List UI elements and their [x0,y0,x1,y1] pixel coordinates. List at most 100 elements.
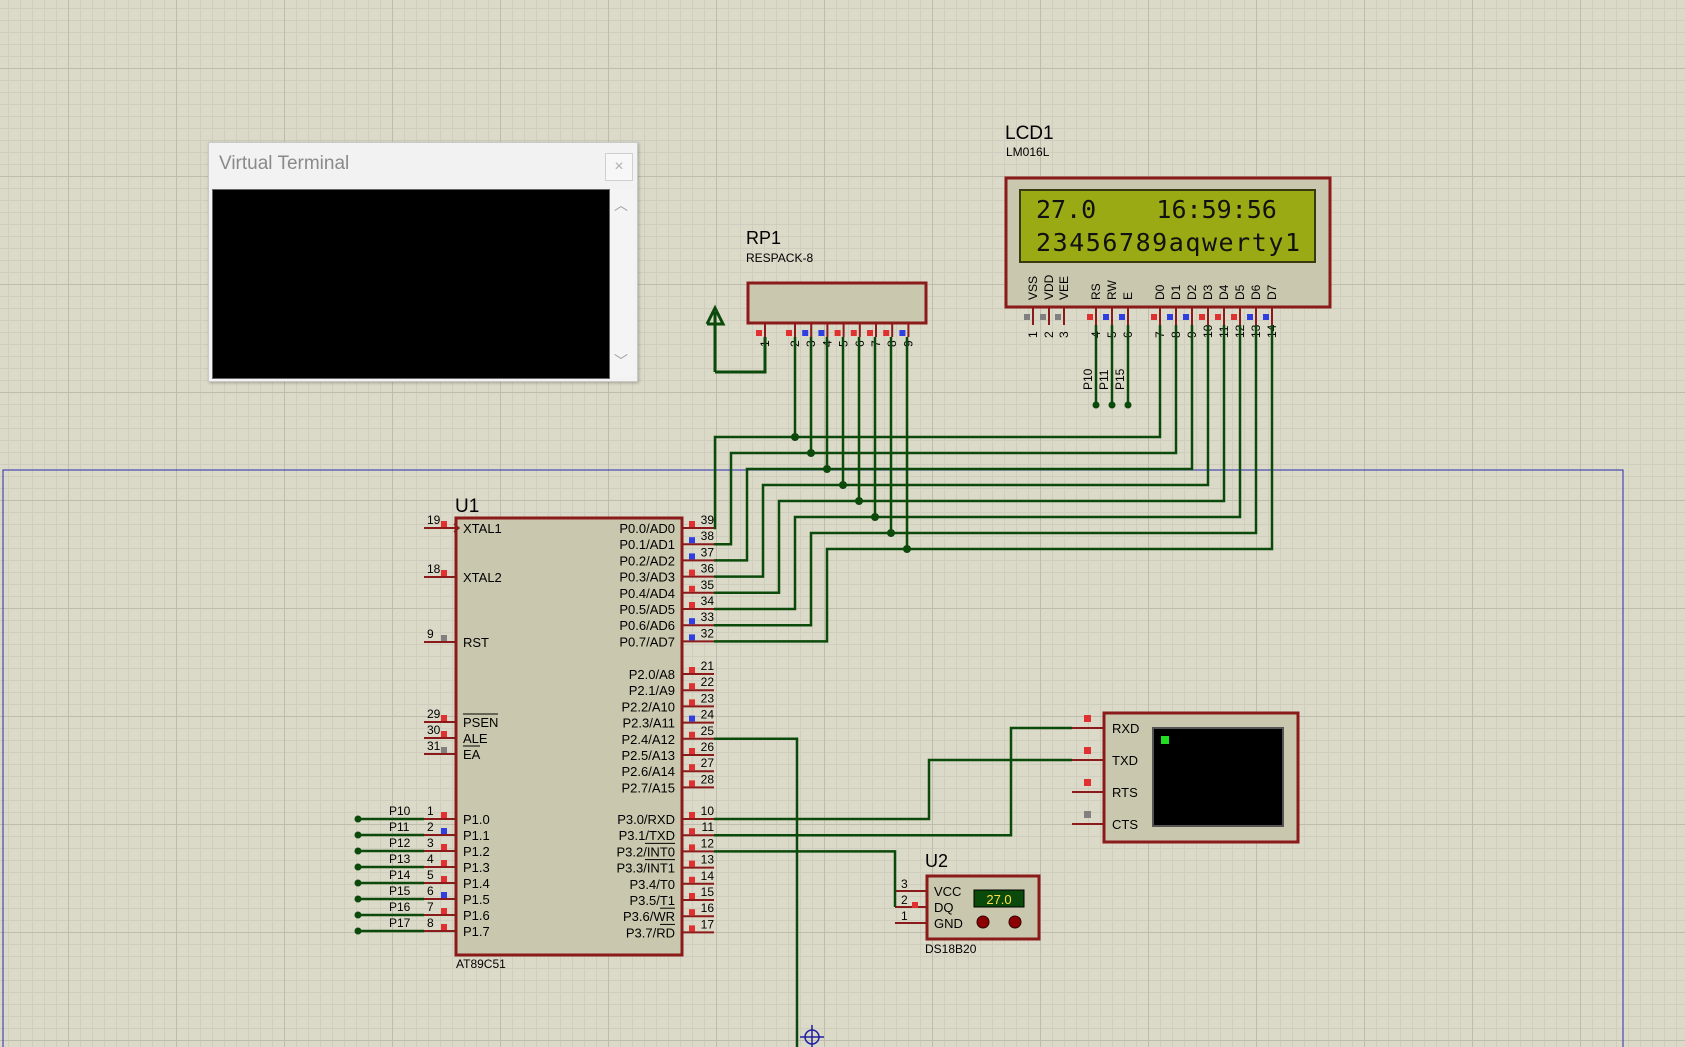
u1-pin-name: XTAL2 [463,570,502,585]
u1-pin-number: 19 [427,513,441,527]
svg-text:D0: D0 [1153,284,1167,300]
u1-pin-number: 28 [701,772,715,786]
u1-pin-number: 36 [701,562,715,576]
lcd-ref: LCD1 [1005,123,1054,144]
u1-pin-name: P0.5/AD5 [619,602,675,617]
virtual-terminal-device[interactable]: RXD TXD RTS CTS [1072,711,1300,844]
u2-button-down[interactable] [976,915,990,929]
u1-pin-name: XTAL1 [463,521,502,536]
svg-text:D1: D1 [1169,284,1183,300]
u1-pin-name: P3.2/INT0 [616,844,675,859]
svg-text:2: 2 [901,893,908,907]
rp1-part: RESPACK-8 [746,251,813,265]
u1-pin-name: RST [463,635,489,650]
lcd-part: LM016L [1006,145,1050,159]
u1-pin-name: P0.6/AD6 [619,618,675,633]
svg-text:P10: P10 [389,804,411,818]
u2-button-up[interactable] [1008,915,1022,929]
svg-text:P13: P13 [389,852,411,866]
scroll-up-icon[interactable]: ︿ [614,195,628,215]
svg-text:P10: P10 [1081,368,1095,390]
svg-text:VCC: VCC [934,884,961,899]
u1-pin-number: 26 [701,740,715,754]
u1-pin-name: P0.1/AD1 [619,537,675,552]
u1-pin-name: P2.3/A11 [622,716,675,731]
u2-component[interactable]: U2 27.0 DS18B20 3 VCC 2 DQ 1 GND [895,851,1041,956]
svg-text:DQ: DQ [934,900,954,915]
u1-pin-number: 35 [701,578,715,592]
svg-text:1: 1 [1026,331,1040,338]
svg-text:RS: RS [1089,283,1103,300]
lcd-line-2: 23456789aqwerty1 [1036,228,1300,257]
u1-pin-name: P3.1/TXD [619,828,675,843]
svg-text:P14: P14 [389,868,411,882]
u1-pin-number: 30 [427,723,441,737]
u1-pin-number: 37 [701,545,715,559]
svg-text:P15: P15 [389,884,411,898]
svg-text:RTS: RTS [1112,785,1138,800]
close-icon[interactable]: × [605,153,633,181]
u1-pin-name: P2.5/A13 [622,748,676,763]
rp1-body [746,281,928,325]
u1-pin-name: P3.5/T1 [629,893,675,908]
u1-pin-number: 18 [427,562,441,576]
svg-text:P11: P11 [1097,369,1111,390]
u1-pin-name: P3.0/RXD [617,812,675,827]
u1-pin-name: P0.7/AD7 [619,634,675,649]
u1-pin-name: P3.7/RD [626,925,675,940]
u1-pin-name: P1.7 [463,924,490,939]
u1-pin-number: 15 [701,885,715,899]
svg-text:E: E [1121,292,1135,300]
u1-pin-number: 6 [427,884,434,898]
u1-part: AT89C51 [456,957,506,971]
svg-text:TXD: TXD [1112,753,1138,768]
u1-pin-number: 3 [427,836,434,850]
u1-pin-number: 25 [701,724,715,738]
u1-pin-number: 1 [427,804,434,818]
scroll-down-icon[interactable]: ﹀ [614,351,628,371]
svg-text:3: 3 [1057,331,1071,338]
u1-pin-name: P1.5 [463,892,490,907]
u1-pin-name: P1.0 [463,812,490,827]
u1-pin-number: 7 [427,900,434,914]
u1-component[interactable]: U1 AT89C51 19XTAL118XTAL29RST29PSEN30ALE… [354,496,715,971]
virtual-terminal-scrollbar[interactable]: ︿ ﹀ [610,189,634,377]
vt-device-indicator [1161,736,1169,744]
svg-text:VDD: VDD [1042,274,1056,300]
u1-pin-number: 29 [427,707,441,721]
svg-text:9: 9 [901,340,915,347]
u1-ref: U1 [455,496,479,517]
svg-text:2: 2 [1042,331,1056,338]
u1-pin-name: P0.3/AD3 [619,570,675,585]
u1-pin-name: P1.2 [463,844,490,859]
svg-text:D5: D5 [1233,284,1247,300]
u1-pin-number: 27 [701,756,715,770]
svg-text:D2: D2 [1185,284,1199,300]
lcd-component[interactable]: LCD1 LM016L 27.0 16:59:56 23456789aqwert… [1004,123,1332,409]
svg-text:CTS: CTS [1112,817,1138,832]
rp1-component[interactable]: RP1 RESPACK-8 123456789 [746,228,928,347]
svg-text:P16: P16 [389,900,411,914]
virtual-terminal-title: Virtual Terminal [219,153,350,174]
u1-pin-number: 31 [427,739,441,753]
vt-device-screen [1152,727,1284,827]
u1-pin-name: P3.6/WR [623,909,675,924]
svg-text:D4: D4 [1217,284,1231,300]
cursor-crosshair-icon [800,1025,824,1047]
u1-pin-name: P2.4/A12 [622,732,676,747]
u1-pin-number: 16 [701,901,715,915]
u1-pin-number: 10 [701,804,715,818]
u1-pin-name: EA [463,747,481,762]
u1-pin-number: 5 [427,868,434,882]
u1-pin-number: 13 [701,853,715,867]
virtual-terminal-window[interactable]: Virtual Terminal × ︿ ﹀ [208,142,638,382]
svg-text:D3: D3 [1201,284,1215,300]
u1-pin-number: 32 [701,626,715,640]
u1-pin-number: 23 [701,691,715,705]
svg-text:RW: RW [1105,280,1119,300]
virtual-terminal-output[interactable] [212,189,610,379]
u1-pin-number: 14 [701,869,715,883]
u2-display-value: 27.0 [986,892,1011,907]
u1-pin-name: PSEN [463,715,498,730]
u1-pin-name: P0.2/AD2 [619,553,675,568]
